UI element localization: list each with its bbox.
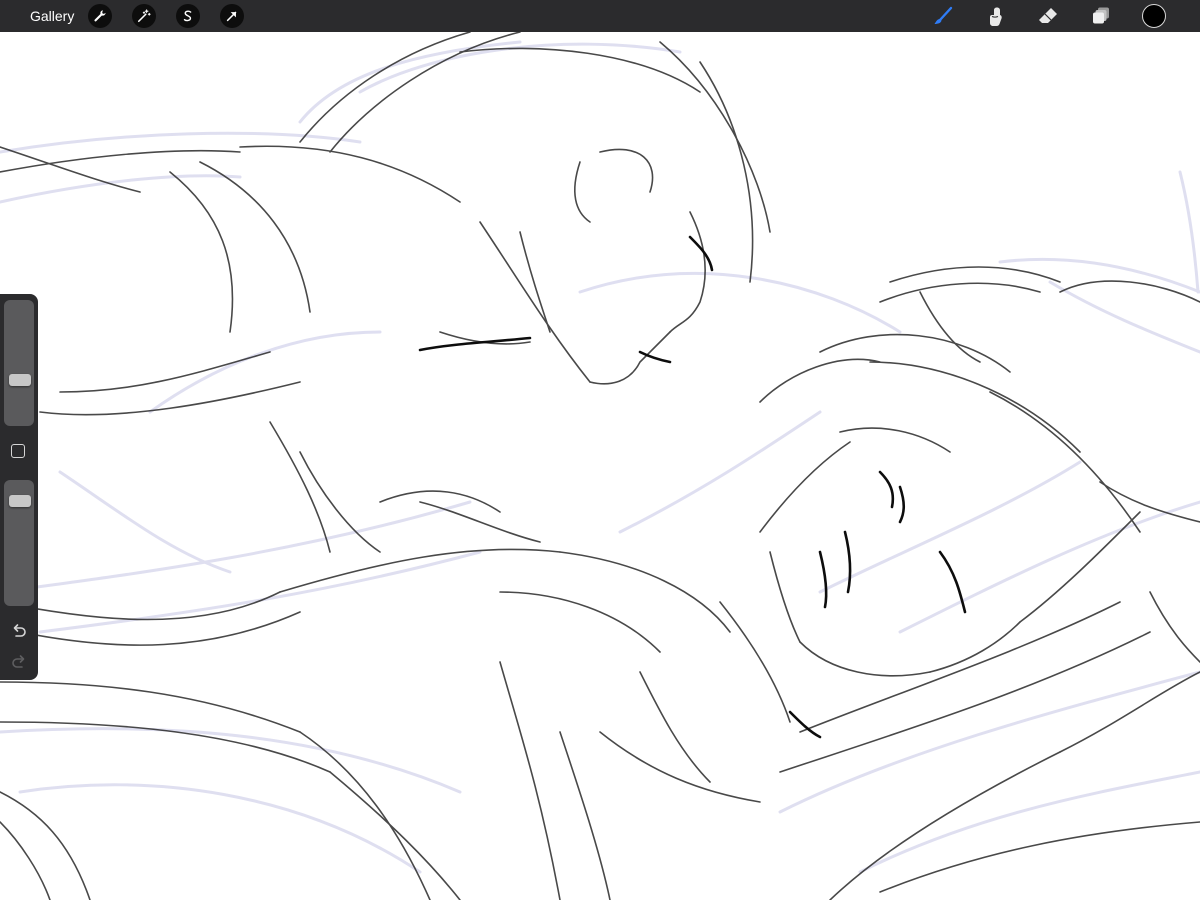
wrench-icon	[94, 10, 106, 22]
gallery-button[interactable]: Gallery	[30, 0, 74, 32]
magic-wand-icon	[137, 9, 151, 23]
eraser-tool-button[interactable]	[1035, 4, 1061, 28]
brush-size-slider-thumb[interactable]	[9, 373, 31, 386]
layers-icon	[1093, 7, 1109, 24]
smudge-icon	[990, 7, 1002, 26]
left-sidebar	[0, 294, 38, 680]
undo-icon[interactable]	[9, 621, 29, 641]
color-picker-button[interactable]	[1142, 4, 1166, 28]
smudge-tool-button[interactable]	[982, 4, 1008, 28]
transform-arrow-icon	[226, 11, 237, 22]
redo-icon[interactable]	[9, 652, 29, 672]
opacity-slider[interactable]	[4, 480, 34, 606]
opacity-slider-thumb[interactable]	[9, 495, 31, 508]
adjustments-button[interactable]	[132, 4, 156, 28]
selection-icon	[183, 10, 192, 22]
brush-size-slider[interactable]	[4, 300, 34, 426]
actions-button[interactable]	[88, 4, 112, 28]
sketch-artwork	[0, 32, 1200, 900]
eraser-icon	[1039, 8, 1057, 23]
modify-button[interactable]	[11, 444, 25, 458]
layers-button[interactable]	[1088, 4, 1114, 28]
brush-tool-button[interactable]	[930, 4, 956, 28]
top-toolbar: Gallery	[0, 0, 1200, 32]
brush-icon	[934, 6, 953, 24]
transform-button[interactable]	[220, 4, 244, 28]
drawing-canvas[interactable]	[0, 32, 1200, 900]
selection-button[interactable]	[176, 4, 200, 28]
